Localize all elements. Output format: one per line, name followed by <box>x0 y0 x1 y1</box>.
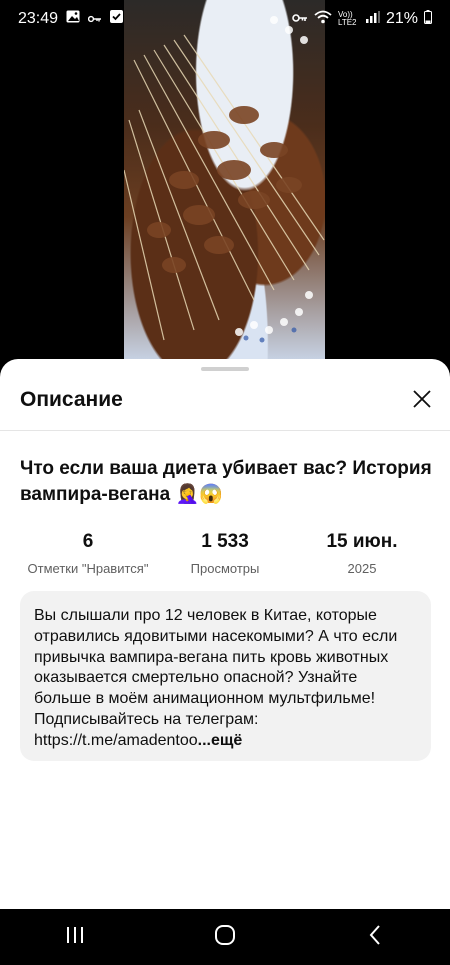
description-text: Вы слышали про 12 человек в Китае, котор… <box>34 607 398 749</box>
status-time: 23:49 <box>18 10 59 27</box>
home-button[interactable] <box>195 917 255 957</box>
video-title: Что если ваша диета убивает вас? История… <box>20 458 432 505</box>
description-box[interactable]: Вы слышали про 12 человек в Китае, котор… <box>20 591 431 761</box>
wifi-icon <box>314 10 332 29</box>
likes-label: Отметки "Нравится" <box>27 561 149 576</box>
home-icon <box>214 924 236 951</box>
drag-handle[interactable] <box>201 367 249 371</box>
check-icon <box>110 10 124 28</box>
show-more-link[interactable]: ...ещё <box>198 732 243 749</box>
vpn-key-icon <box>292 10 308 28</box>
views-count: 1 533 <box>201 531 249 552</box>
views-stat: 1 533 Просмотры <box>157 531 293 581</box>
likes-stat: 6 Отметки "Нравится" <box>20 531 156 581</box>
battery-icon <box>424 9 432 29</box>
publish-year: 2025 <box>347 561 377 576</box>
system-nav-bar <box>0 909 450 965</box>
video-frame-image <box>124 16 325 343</box>
panel-title: Описание <box>20 388 123 411</box>
key-icon <box>87 10 102 28</box>
status-bar: 23:49 Vo)) LTE2 21% <box>0 0 450 38</box>
signal-icon <box>365 10 380 28</box>
description-panel: Описание Что если ваша диета убивает вас… <box>0 359 450 909</box>
back-button[interactable] <box>345 917 405 957</box>
back-icon <box>368 924 382 951</box>
gallery-icon <box>66 10 80 28</box>
views-label: Просмотры <box>190 561 260 576</box>
close-icon <box>412 389 432 414</box>
network-label: Vo)) LTE2 <box>337 10 357 27</box>
video-player[interactable] <box>124 0 325 362</box>
close-button[interactable] <box>410 389 434 413</box>
recent-apps-icon <box>65 926 85 949</box>
publish-date: 15 июн. <box>326 531 398 552</box>
date-stat: 15 июн. 2025 <box>294 531 430 581</box>
recent-apps-button[interactable] <box>45 917 105 957</box>
likes-count: 6 <box>82 531 94 552</box>
divider <box>0 430 450 431</box>
video-stats: 6 Отметки "Нравится" 1 533 Просмотры 15 … <box>20 531 430 581</box>
battery-percent: 21% <box>385 10 418 27</box>
